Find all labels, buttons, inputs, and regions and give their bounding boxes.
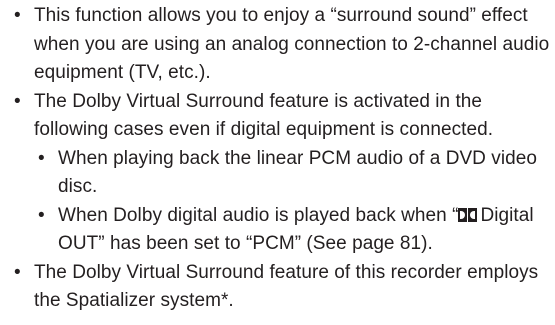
list-item-text: This function allows you to enjoy a “sur… <box>34 5 550 83</box>
dolby-double-d-icon <box>458 207 478 222</box>
list-item: • The Dolby Virtual Surround feature of … <box>0 259 555 316</box>
list-item: • This function allows you to enjoy a “s… <box>0 2 555 88</box>
bullet-icon: • <box>38 147 45 169</box>
bullet-icon: • <box>14 90 21 112</box>
bullet-icon: • <box>38 204 45 226</box>
bullet-icon: • <box>14 5 21 26</box>
bullet-icon: • <box>14 261 21 283</box>
sub-list-item: • When Dolby digital audio is played bac… <box>0 202 555 259</box>
sub-list-item: • When playing back the linear PCM audio… <box>0 145 555 202</box>
list-item-text: The Dolby Virtual Surround feature is ac… <box>34 90 494 141</box>
sub-list-item-text: When playing back the linear PCM audio o… <box>58 147 537 198</box>
sub-list-item-text-before: When Dolby digital audio is played back … <box>58 204 459 226</box>
document-body: • This function allows you to enjoy a “s… <box>0 2 555 316</box>
list-item: • The Dolby Virtual Surround feature is … <box>0 88 555 145</box>
list-item-text: The Dolby Virtual Surround feature of th… <box>34 261 539 312</box>
